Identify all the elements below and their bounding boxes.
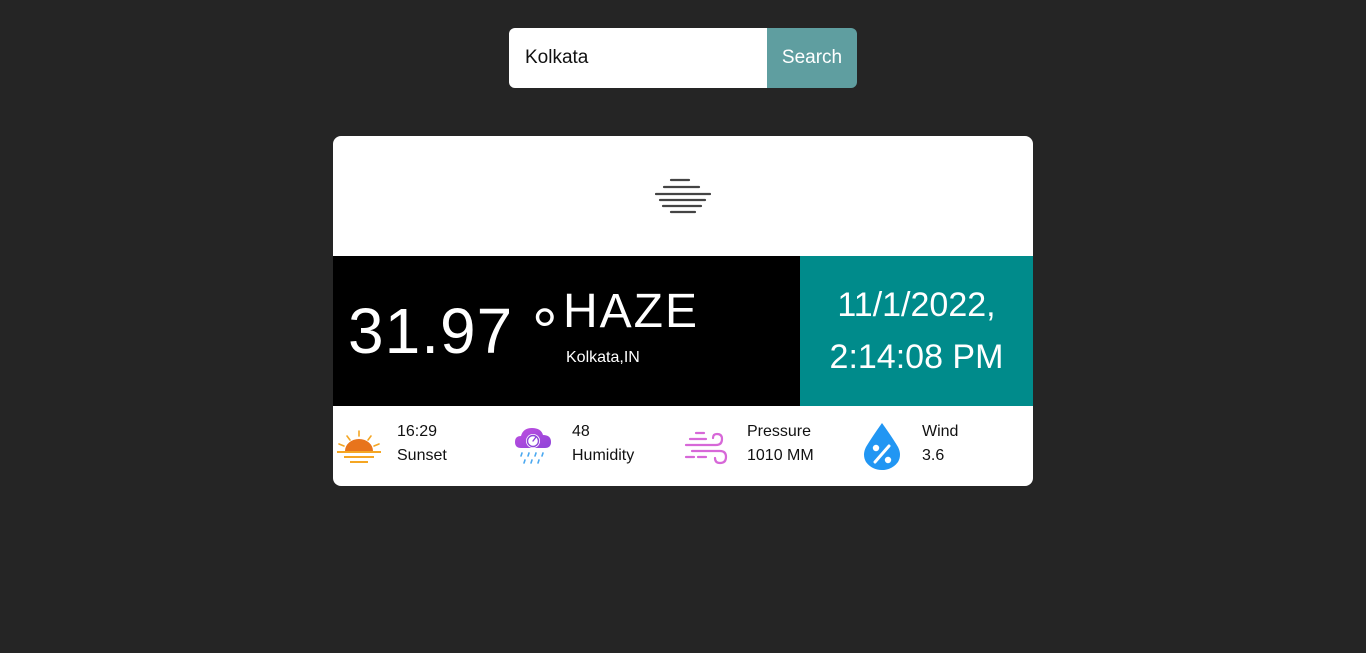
search-input[interactable] [509, 28, 767, 88]
wind-text: Wind 3.6 [922, 420, 958, 468]
humidity-text: 48 Humidity [572, 420, 634, 468]
weather-card: 31.97 ° HAZE Kolkata,IN 11/1/2022, 2:14:… [333, 136, 1033, 486]
search-bar: Search [509, 28, 857, 88]
pressure-value: 1010 MM [747, 447, 814, 464]
stat-pressure [683, 406, 731, 486]
sunset-label: Sunset [397, 447, 447, 464]
wind-label: Wind [922, 423, 959, 440]
temperature: 31.97 ° [348, 295, 559, 367]
temperature-panel: 31.97 ° HAZE Kolkata,IN [333, 256, 800, 406]
stats-row: 16:29 Sunset 48 Humidity Pressure 1010 M… [333, 406, 1033, 486]
weather-band: 31.97 ° HAZE Kolkata,IN 11/1/2022, 2:14:… [333, 256, 1033, 406]
location: Kolkata,IN [566, 349, 640, 366]
wind-icon [683, 422, 731, 470]
time-text: 2:14:08 PM [829, 338, 1004, 376]
humidity-label: Humidity [572, 447, 635, 464]
stat-sunset [335, 406, 383, 486]
datetime-panel: 11/1/2022, 2:14:08 PM [800, 256, 1033, 406]
sunset-value: 16:29 [397, 423, 438, 440]
weather-icon-area [333, 136, 1033, 256]
stat-wind [858, 406, 906, 486]
pressure-label: Pressure [747, 423, 812, 440]
humidity-icon [509, 422, 557, 470]
wind-value: 3.6 [922, 447, 945, 464]
pressure-text: Pressure 1010 MM [747, 420, 814, 468]
humidity-value: 48 [572, 423, 590, 440]
sunset-icon [335, 422, 383, 470]
percent-drop-icon [858, 422, 906, 470]
stat-humidity [509, 406, 557, 486]
search-button[interactable]: Search [767, 28, 857, 88]
weather-condition: HAZE [563, 285, 700, 338]
date-text: 11/1/2022, [837, 286, 996, 324]
haze-icon [655, 178, 711, 214]
sunset-text: 16:29 Sunset [397, 420, 447, 468]
